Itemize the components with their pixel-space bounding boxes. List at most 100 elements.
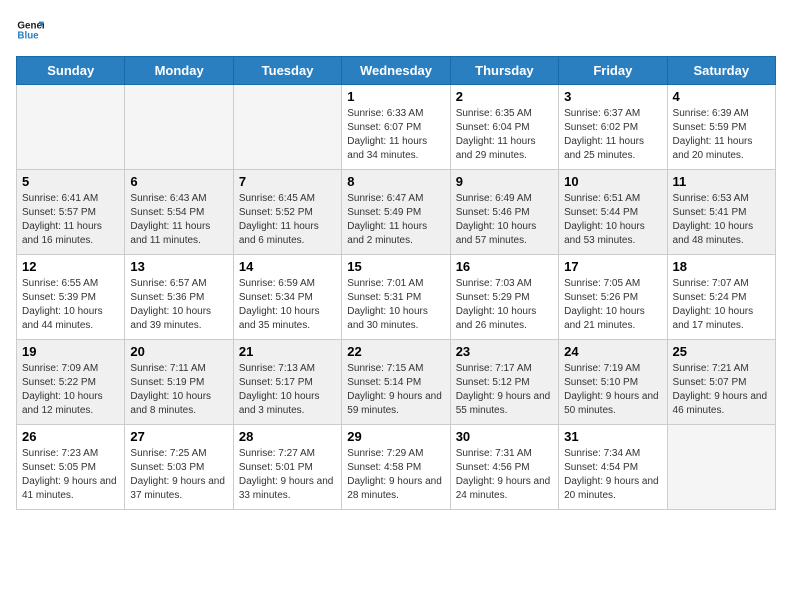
weekday-header-friday: Friday	[559, 57, 667, 85]
day-number: 15	[347, 259, 444, 274]
day-info: Sunrise: 6:49 AM Sunset: 5:46 PM Dayligh…	[456, 192, 553, 248]
day-number: 29	[347, 429, 444, 444]
calendar-cell: 12 Sunrise: 6:55 AM Sunset: 5:39 PM Dayli…	[17, 255, 125, 340]
day-number: 24	[564, 344, 661, 359]
day-number: 2	[456, 89, 553, 104]
calendar-cell: 16Sunrise: 7:03 AM Sunset: 5:29 PM Dayli…	[450, 255, 558, 340]
day-number: 3	[564, 89, 661, 104]
calendar-cell: 31 Sunrise: 7:34 AM Sunset: 4:54 PM Dayli…	[559, 425, 667, 510]
day-number: 5	[22, 174, 119, 189]
day-info: Sunrise: 7:19 AM Sunset: 5:10 PM Dayligh…	[564, 362, 661, 418]
weekday-header-tuesday: Tuesday	[233, 57, 341, 85]
day-number: 21	[239, 344, 336, 359]
calendar-cell: 26 Sunrise: 7:23 AM Sunset: 5:05 PM Dayli…	[17, 425, 125, 510]
day-number: 14	[239, 259, 336, 274]
day-number: 27	[130, 429, 227, 444]
day-number: 11	[673, 174, 770, 189]
calendar-week-row: 1 Sunrise: 6:33 AM Sunset: 6:07 PM Daylig…	[17, 85, 776, 170]
day-info: Sunrise: 7:25 AM Sunset: 5:03 PM Dayligh…	[130, 447, 227, 503]
calendar-cell: 15 Sunrise: 7:01 AM Sunset: 5:31 PM Dayli…	[342, 255, 450, 340]
day-info: Sunrise: 7:17 AM Sunset: 5:12 PM Dayligh…	[456, 362, 553, 418]
day-info: Sunrise: 7:29 AM Sunset: 4:58 PM Dayligh…	[347, 447, 444, 503]
header: General Blue	[16, 16, 776, 44]
calendar-week-row: 19Sunrise: 7:09 AM Sunset: 5:22 PM Dayli…	[17, 340, 776, 425]
day-info: Sunrise: 7:23 AM Sunset: 5:05 PM Dayligh…	[22, 447, 119, 503]
day-number: 1	[347, 89, 444, 104]
day-info: Sunrise: 7:31 AM Sunset: 4:56 PM Dayligh…	[456, 447, 553, 503]
day-number: 12	[22, 259, 119, 274]
day-info: Sunrise: 7:15 AM Sunset: 5:14 PM Dayligh…	[347, 362, 444, 418]
day-number: 9	[456, 174, 553, 189]
weekday-header-thursday: Thursday	[450, 57, 558, 85]
calendar-cell: 23 Sunrise: 7:17 AM Sunset: 5:12 PM Dayli…	[450, 340, 558, 425]
calendar-cell: 28Sunrise: 7:27 AM Sunset: 5:01 PM Dayli…	[233, 425, 341, 510]
day-number: 22	[347, 344, 444, 359]
calendar-cell: 11Sunrise: 6:53 AM Sunset: 5:41 PM Dayli…	[667, 170, 775, 255]
day-number: 8	[347, 174, 444, 189]
weekday-header-row: SundayMondayTuesdayWednesdayThursdayFrid…	[17, 57, 776, 85]
calendar-cell: 3 Sunrise: 6:37 AM Sunset: 6:02 PM Daylig…	[559, 85, 667, 170]
day-info: Sunrise: 6:33 AM Sunset: 6:07 PM Dayligh…	[347, 107, 444, 163]
weekday-header-sunday: Sunday	[17, 57, 125, 85]
calendar-cell: 5 Sunrise: 6:41 AM Sunset: 5:57 PM Daylig…	[17, 170, 125, 255]
day-info: Sunrise: 6:41 AM Sunset: 5:57 PM Dayligh…	[22, 192, 119, 248]
calendar-table: SundayMondayTuesdayWednesdayThursdayFrid…	[16, 56, 776, 510]
day-info: Sunrise: 6:55 AM Sunset: 5:39 PM Dayligh…	[22, 277, 119, 333]
day-number: 6	[130, 174, 227, 189]
calendar-cell: 17Sunrise: 7:05 AM Sunset: 5:26 PM Dayli…	[559, 255, 667, 340]
weekday-header-saturday: Saturday	[667, 57, 775, 85]
day-info: Sunrise: 7:01 AM Sunset: 5:31 PM Dayligh…	[347, 277, 444, 333]
calendar-cell: 30 Sunrise: 7:31 AM Sunset: 4:56 PM Dayli…	[450, 425, 558, 510]
calendar-cell: 6 Sunrise: 6:43 AM Sunset: 5:54 PM Daylig…	[125, 170, 233, 255]
day-info: Sunrise: 7:11 AM Sunset: 5:19 PM Dayligh…	[130, 362, 227, 418]
calendar-cell	[125, 85, 233, 170]
day-info: Sunrise: 6:43 AM Sunset: 5:54 PM Dayligh…	[130, 192, 227, 248]
day-number: 20	[130, 344, 227, 359]
calendar-cell: 10 Sunrise: 6:51 AM Sunset: 5:44 PM Dayli…	[559, 170, 667, 255]
svg-text:Blue: Blue	[17, 30, 39, 41]
day-number: 28	[239, 429, 336, 444]
calendar-cell: 18 Sunrise: 7:07 AM Sunset: 5:24 PM Dayli…	[667, 255, 775, 340]
day-number: 4	[673, 89, 770, 104]
day-info: Sunrise: 6:59 AM Sunset: 5:34 PM Dayligh…	[239, 277, 336, 333]
day-info: Sunrise: 7:05 AM Sunset: 5:26 PM Dayligh…	[564, 277, 661, 333]
day-number: 23	[456, 344, 553, 359]
day-info: Sunrise: 6:47 AM Sunset: 5:49 PM Dayligh…	[347, 192, 444, 248]
day-info: Sunrise: 7:09 AM Sunset: 5:22 PM Dayligh…	[22, 362, 119, 418]
day-number: 10	[564, 174, 661, 189]
day-info: Sunrise: 7:21 AM Sunset: 5:07 PM Dayligh…	[673, 362, 770, 418]
calendar-cell: 24 Sunrise: 7:19 AM Sunset: 5:10 PM Dayli…	[559, 340, 667, 425]
day-info: Sunrise: 6:37 AM Sunset: 6:02 PM Dayligh…	[564, 107, 661, 163]
day-number: 25	[673, 344, 770, 359]
weekday-header-monday: Monday	[125, 57, 233, 85]
calendar-cell: 8 Sunrise: 6:47 AM Sunset: 5:49 PM Daylig…	[342, 170, 450, 255]
calendar-week-row: 5 Sunrise: 6:41 AM Sunset: 5:57 PM Daylig…	[17, 170, 776, 255]
day-info: Sunrise: 7:34 AM Sunset: 4:54 PM Dayligh…	[564, 447, 661, 503]
calendar-cell: 29 Sunrise: 7:29 AM Sunset: 4:58 PM Dayli…	[342, 425, 450, 510]
calendar-cell: 13 Sunrise: 6:57 AM Sunset: 5:36 PM Dayli…	[125, 255, 233, 340]
calendar-cell: 21 Sunrise: 7:13 AM Sunset: 5:17 PM Dayli…	[233, 340, 341, 425]
calendar-cell: 1 Sunrise: 6:33 AM Sunset: 6:07 PM Daylig…	[342, 85, 450, 170]
calendar-cell: 27 Sunrise: 7:25 AM Sunset: 5:03 PM Dayli…	[125, 425, 233, 510]
calendar-cell: 22 Sunrise: 7:15 AM Sunset: 5:14 PM Dayli…	[342, 340, 450, 425]
day-number: 26	[22, 429, 119, 444]
day-number: 31	[564, 429, 661, 444]
calendar-body: 1 Sunrise: 6:33 AM Sunset: 6:07 PM Daylig…	[17, 85, 776, 510]
calendar-cell: 14 Sunrise: 6:59 AM Sunset: 5:34 PM Dayli…	[233, 255, 341, 340]
calendar-week-row: 12 Sunrise: 6:55 AM Sunset: 5:39 PM Dayli…	[17, 255, 776, 340]
day-number: 16	[456, 259, 553, 274]
day-info: Sunrise: 6:57 AM Sunset: 5:36 PM Dayligh…	[130, 277, 227, 333]
calendar-cell	[233, 85, 341, 170]
day-info: Sunrise: 7:07 AM Sunset: 5:24 PM Dayligh…	[673, 277, 770, 333]
day-info: Sunrise: 6:35 AM Sunset: 6:04 PM Dayligh…	[456, 107, 553, 163]
day-number: 30	[456, 429, 553, 444]
day-info: Sunrise: 6:51 AM Sunset: 5:44 PM Dayligh…	[564, 192, 661, 248]
day-number: 13	[130, 259, 227, 274]
calendar-cell: 4 Sunrise: 6:39 AM Sunset: 5:59 PM Daylig…	[667, 85, 775, 170]
day-number: 18	[673, 259, 770, 274]
day-info: Sunrise: 6:39 AM Sunset: 5:59 PM Dayligh…	[673, 107, 770, 163]
calendar-week-row: 26 Sunrise: 7:23 AM Sunset: 5:05 PM Dayli…	[17, 425, 776, 510]
calendar-cell: 19Sunrise: 7:09 AM Sunset: 5:22 PM Dayli…	[17, 340, 125, 425]
day-info: Sunrise: 7:13 AM Sunset: 5:17 PM Dayligh…	[239, 362, 336, 418]
weekday-header-wednesday: Wednesday	[342, 57, 450, 85]
